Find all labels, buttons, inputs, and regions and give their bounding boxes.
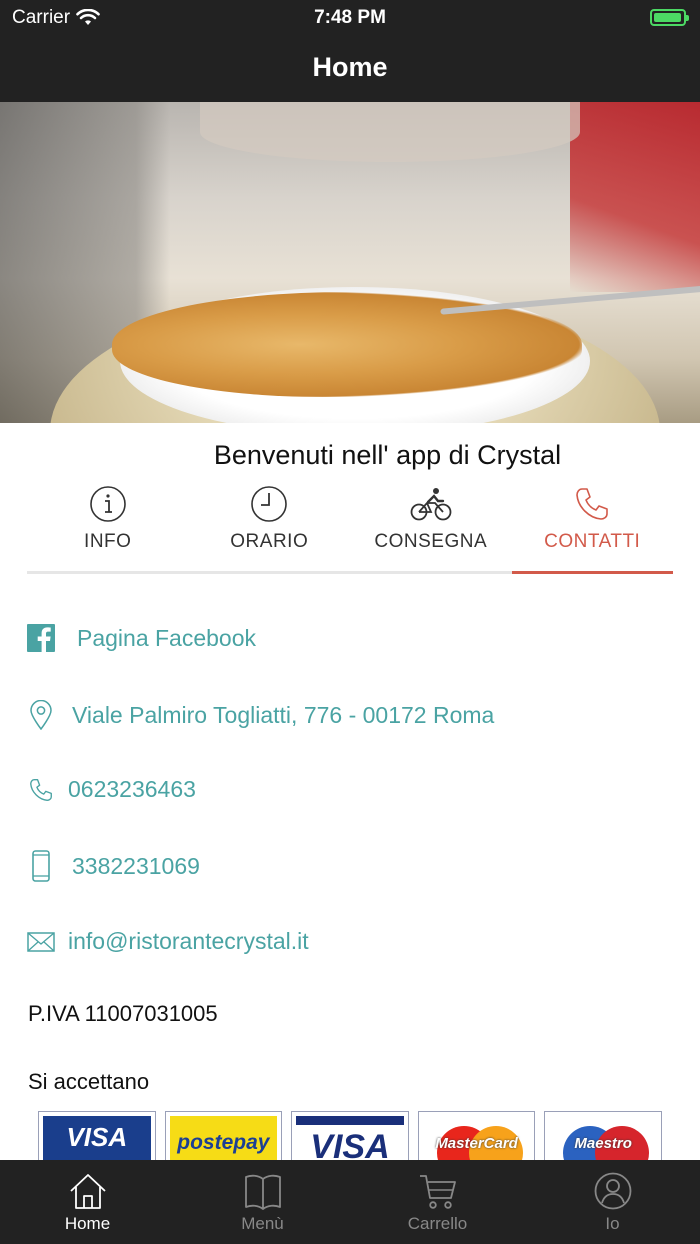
facebook-icon [27,624,55,652]
address-link[interactable]: Viale Palmiro Togliatti, 776 - 00172 Rom… [27,700,494,730]
phone-label: 0623236463 [68,776,196,802]
phone-icon [30,778,52,801]
mastercard-logo: MasterCard [417,1111,536,1161]
top-bar: Carrier 7:48 PM Home [0,0,700,102]
tab-label: INFO [84,531,132,552]
email-label: info@ristorantecrystal.it [68,928,309,954]
tab-label: ORARIO [230,531,309,552]
page-title: Home [312,52,388,82]
bottom-tab-cart[interactable]: Carrello [350,1160,525,1244]
phone-link[interactable]: 0623236463 [27,776,196,803]
payment-cards: VISA postepay VISA MasterCard Maestro [38,1111,662,1161]
status-bar: Carrier 7:48 PM [0,0,700,36]
bottom-tab-menu[interactable]: Menù [175,1160,350,1244]
bottom-tab-label: Io [605,1214,620,1233]
cart-icon [419,1175,456,1209]
mastercard-label: MasterCard [435,1134,518,1152]
email-link[interactable]: info@ristorantecrystal.it [27,928,309,955]
bottom-tab-label: Menù [241,1214,284,1233]
info-icon [89,486,126,522]
mobile-label: 3382231069 [72,852,200,879]
tab-orario[interactable]: ORARIO [189,484,351,574]
welcome-text: Benvenuti nell' app di Crystal [213,440,562,470]
postepay-label: postepay [169,1116,278,1161]
book-icon [244,1174,281,1210]
facebook-label: Pagina Facebook [77,624,257,651]
tab-consegna[interactable]: CONSEGNA [350,484,512,574]
tab-info[interactable]: INFO [27,484,189,574]
address-label: Viale Palmiro Togliatti, 776 - 00172 Rom… [72,701,495,728]
tab-label: CONSEGNA [374,531,488,552]
payments-heading: Si accettano [28,1069,150,1094]
visa-label: VISA [296,1116,404,1161]
info-tabs: INFO ORARIO CONSEGNA CONTATTI [27,484,673,574]
bottom-tab-label: Home [64,1214,111,1233]
bicycle-icon [410,488,452,521]
tab-label: CONTATTI [544,531,641,552]
postepay-card-logo: postepay [164,1111,283,1161]
tab-active-indicator [512,571,673,574]
bottom-tab-bar: Home Menù Carrello Io [0,1160,700,1244]
bottom-tab-label: Carrello [407,1214,468,1233]
clock: 7:48 PM [314,7,386,28]
facebook-link[interactable]: Pagina Facebook [27,624,256,652]
visa-card-logo: VISA [291,1111,409,1161]
maestro-logo: Maestro [544,1111,662,1161]
phone-icon [576,488,609,520]
battery-icon [650,9,689,26]
envelope-icon [27,931,55,952]
bottom-tab-profile[interactable]: Io [525,1160,700,1244]
mobile-phone-icon [32,850,50,882]
visa-card-logo: VISA [38,1111,156,1161]
location-pin-icon [30,700,52,730]
hero-carousel[interactable] [0,102,700,423]
tab-contatti[interactable]: CONTATTI [512,484,674,574]
user-icon [594,1172,631,1210]
maestro-label: Maestro [574,1134,632,1152]
mobile-link[interactable]: 3382231069 [27,850,200,882]
bottom-tab-home[interactable]: Home [0,1160,175,1244]
clock-icon [251,486,288,522]
visa-label: VISA [43,1116,151,1161]
vat-number: P.IVA 11007031005 [28,1001,218,1026]
home-icon [69,1174,106,1209]
